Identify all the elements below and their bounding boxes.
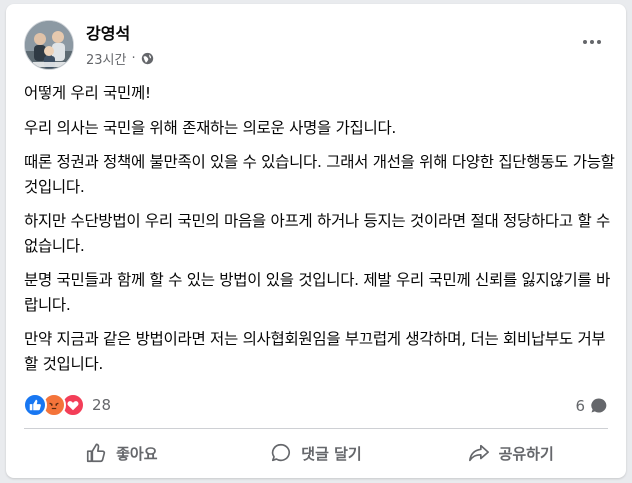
post-paragraph: 하지만 수단방법이 우리 국민의 마음을 아프게 하거나 등지는 것이라면 절대… <box>24 212 611 255</box>
globe-icon <box>141 52 153 64</box>
post-paragraph: 어떻게 우리 국민께! <box>24 84 151 102</box>
post-card: 강영석 23시간 · 어떻게 우리 국민께! 우리 의사는 국민을 위해 존재하… <box>6 4 626 478</box>
action-divider <box>24 428 608 429</box>
more-dot-icon <box>597 40 601 44</box>
comment-icon <box>272 443 291 462</box>
share-icon <box>468 444 489 462</box>
reaction-count: 28 <box>92 396 112 414</box>
comment-button[interactable]: 댓글 달기 <box>219 432 414 474</box>
post-paragraph: 때론 정권과 정책에 불만족이 있을 수 있습니다. 그래서 개선을 위해 다양… <box>24 153 615 196</box>
post-paragraph: 우리 의사는 국민을 위해 존재하는 의로운 사명을 가집니다. <box>24 118 397 137</box>
more-options-button[interactable] <box>576 30 608 54</box>
like-button[interactable]: 좋아요 <box>24 432 219 474</box>
post-meta: 23시간 · <box>86 48 154 68</box>
avatar[interactable] <box>24 20 74 70</box>
post-body: 어떻게 우리 국민께! 우리 의사는 국민을 위해 존재하는 의로운 사명을 가… <box>24 81 619 386</box>
post-paragraph: 분명 국민들과 함께 할 수 있는 방법이 있을 것입니다. 제발 우리 국민께… <box>24 271 610 314</box>
like-icon <box>23 393 47 417</box>
post-paragraph: 만약 지금과 같은 방법이라면 저는 의사협회원임을 부끄럽게 생각하며, 더는… <box>24 330 606 373</box>
post-author-name[interactable]: 강영석 <box>86 20 130 44</box>
comment-bubble-icon <box>591 398 607 413</box>
share-button[interactable]: 공유하기 <box>413 432 608 474</box>
reaction-summary[interactable]: 28 <box>23 393 111 417</box>
like-button-label: 좋아요 <box>116 444 158 463</box>
more-dot-icon <box>590 40 594 44</box>
comment-summary[interactable]: 6 <box>575 395 608 417</box>
thumbs-up-icon <box>87 443 106 463</box>
comment-button-label: 댓글 달기 <box>301 444 362 463</box>
comment-count: 6 <box>575 397 585 415</box>
share-button-label: 공유하기 <box>498 444 554 463</box>
more-dot-icon <box>583 40 587 44</box>
post-actions: 좋아요 댓글 달기 공유하기 <box>24 432 608 474</box>
meta-separator: · <box>131 50 136 66</box>
post-time[interactable]: 23시간 <box>86 49 126 68</box>
